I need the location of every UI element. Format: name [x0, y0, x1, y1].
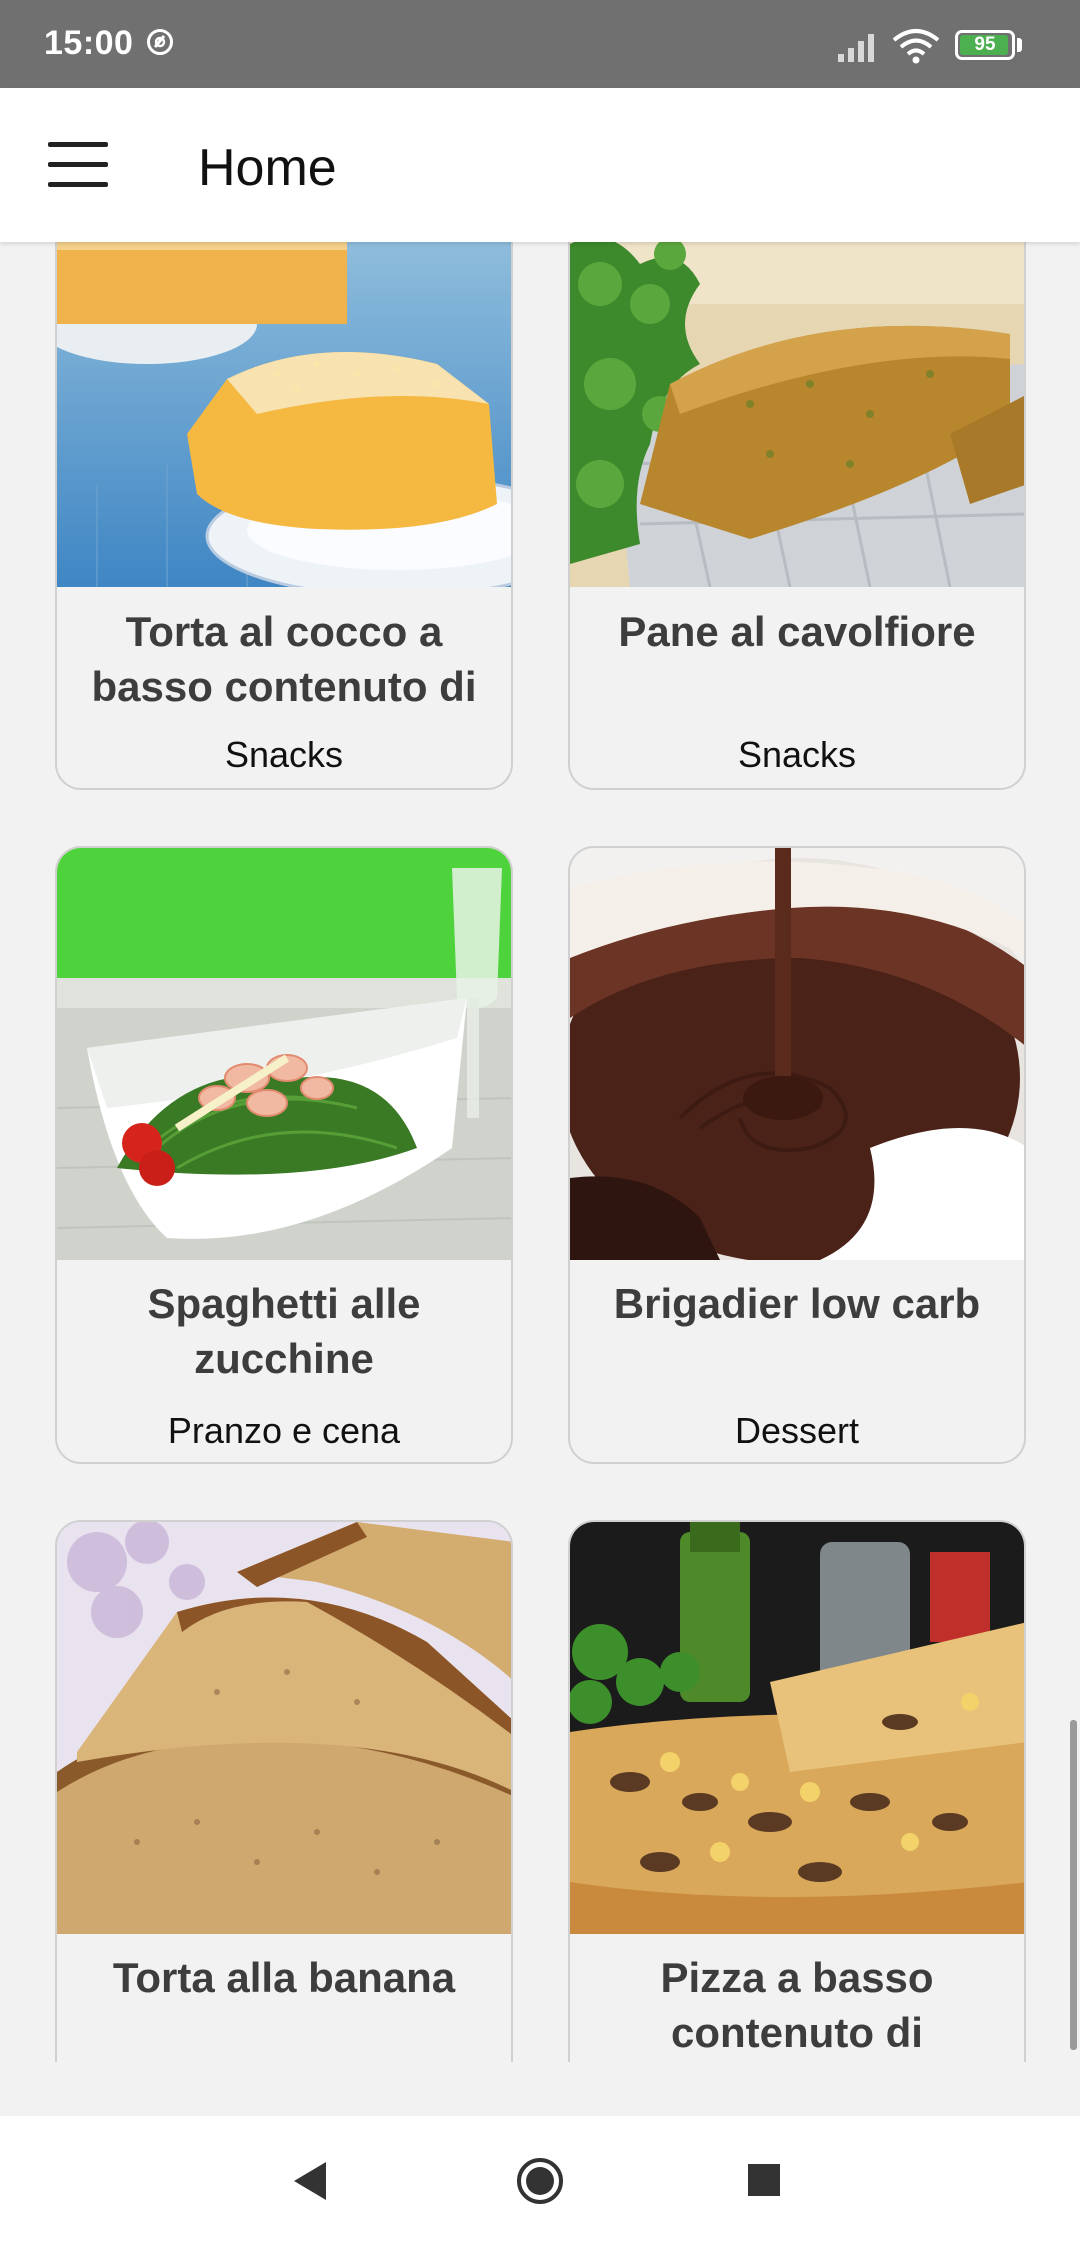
recipe-image — [570, 1522, 1024, 1934]
at-sign-icon — [147, 29, 173, 55]
status-bar: 15:00 95 — [0, 0, 1080, 88]
recipe-image — [570, 242, 1024, 587]
recipe-title: Torta al cocco a basso contenuto di — [91, 608, 477, 710]
back-icon[interactable] — [290, 2158, 330, 2204]
recipe-title: Spaghetti alle zucchine — [147, 1280, 421, 1382]
recipe-title: Pane al cavolfiore — [618, 608, 976, 655]
wifi-icon — [892, 29, 940, 64]
recipe-category: Snacks — [224, 734, 344, 775]
recipe-card[interactable]: Spaghetti alle zucchine Pranzo e cena — [55, 846, 513, 1464]
recipe-image — [57, 848, 511, 1260]
system-nav-bar — [0, 2116, 1080, 2246]
recipe-category: Pranzo e cena — [167, 1410, 401, 1451]
recipe-image — [57, 1522, 511, 1934]
recipe-card[interactable]: Torta al cocco a basso contenuto di Snac… — [55, 242, 513, 790]
battery-icon: 95 — [955, 30, 1015, 60]
recipe-image — [57, 242, 511, 587]
recipe-image — [570, 848, 1024, 1260]
recipe-card[interactable]: Brigadier low carb Dessert — [568, 846, 1026, 1464]
signal-icon — [838, 34, 874, 62]
recipe-card[interactable]: Pane al cavolfiore Snacks — [568, 242, 1026, 790]
recipe-category: Dessert — [734, 1410, 860, 1451]
page-title: Home — [198, 139, 337, 197]
battery-tip — [1017, 38, 1022, 52]
recipe-title: Pizza a basso contenuto di — [660, 1954, 934, 2056]
status-time: 15:00 — [44, 24, 134, 62]
battery-percent: 95 — [974, 34, 996, 55]
home-icon[interactable] — [515, 2156, 565, 2206]
hamburger-menu-icon[interactable] — [48, 142, 108, 188]
app-bar: Home — [0, 88, 1080, 242]
recipe-category: Snacks — [737, 734, 857, 775]
scrollbar-thumb[interactable] — [1070, 1720, 1077, 2050]
recipe-card[interactable]: Torta alla banana — [55, 1520, 513, 2062]
recipe-title: Torta alla banana — [112, 1954, 456, 2001]
recents-icon[interactable] — [748, 2164, 780, 2196]
recipe-title: Brigadier low carb — [613, 1280, 981, 1327]
recipe-grid[interactable]: Torta al cocco a basso contenuto di Snac… — [0, 242, 1080, 2062]
recipe-card[interactable]: Pizza a basso contenuto di — [568, 1520, 1026, 2062]
